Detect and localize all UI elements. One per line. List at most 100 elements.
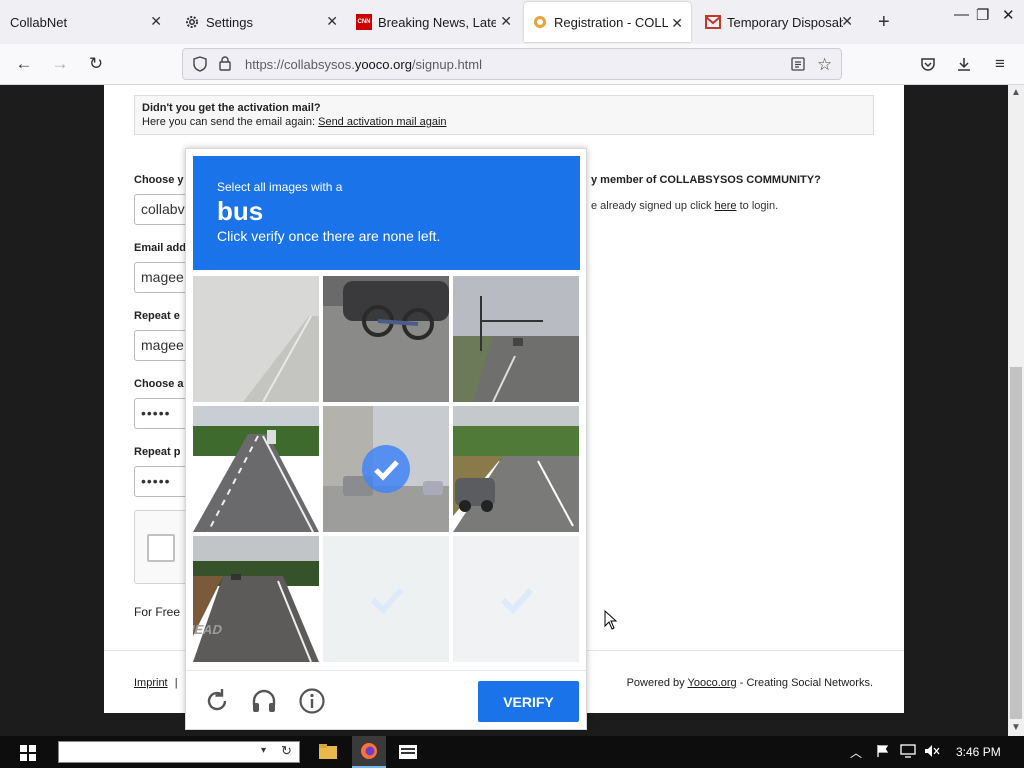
challenge-tile-7[interactable]: AHEAD bbox=[193, 536, 319, 662]
login-hint-pre: e already signed up click bbox=[591, 200, 715, 212]
taskbar-search-box[interactable]: ▾ ↻ bbox=[58, 741, 300, 763]
mail-icon bbox=[705, 14, 721, 30]
bookmark-star-icon[interactable]: ☆ bbox=[817, 55, 832, 75]
for-free-text: For Free bbox=[134, 605, 181, 619]
challenge-tile-8[interactable] bbox=[323, 536, 449, 662]
refresh-icon[interactable]: ↻ bbox=[281, 743, 292, 759]
reload-icon[interactable]: ↻ bbox=[86, 54, 106, 74]
send-activation-mail-link[interactable]: Send activation mail again bbox=[318, 116, 446, 128]
foggy-highway-image bbox=[193, 276, 319, 402]
tab-title: CollabNet bbox=[10, 14, 68, 30]
menu-icon[interactable]: ≡ bbox=[990, 54, 1010, 74]
challenge-tile-3[interactable] bbox=[453, 276, 579, 402]
chevron-down-icon[interactable]: ▾ bbox=[261, 745, 266, 756]
powered-post: - Creating Social Networks. bbox=[736, 677, 873, 689]
windows-taskbar: ▾ ↻ ︿ 3:46 PM bbox=[0, 736, 1024, 768]
pocket-icon[interactable] bbox=[918, 54, 938, 74]
verify-button[interactable]: VERIFY bbox=[478, 681, 579, 722]
yooco-link[interactable]: Yooco.org bbox=[688, 677, 737, 689]
activation-title: Didn't you get the activation mail? bbox=[142, 102, 321, 114]
info-icon[interactable] bbox=[298, 687, 326, 715]
captcha-checkbox[interactable] bbox=[147, 534, 175, 562]
url-text[interactable]: https://collabsysos.yooco.org/signup.htm… bbox=[245, 57, 482, 72]
footer-separator: | bbox=[174, 677, 178, 689]
powered-by: Powered by Yooco.org - Creating Social N… bbox=[627, 677, 873, 689]
close-icon[interactable]: ✕ bbox=[150, 14, 162, 28]
powered-pre: Powered by bbox=[626, 677, 688, 689]
login-here-link[interactable]: here bbox=[715, 200, 737, 212]
file-explorer-icon[interactable] bbox=[318, 743, 338, 764]
window-app-icon[interactable] bbox=[398, 744, 418, 763]
loading-tile-image bbox=[453, 536, 579, 662]
refresh-icon[interactable] bbox=[203, 687, 231, 715]
shield-icon[interactable] bbox=[193, 56, 207, 75]
tab-title: Temporary Disposable bbox=[727, 14, 843, 30]
cnn-logo-icon: CNN bbox=[356, 14, 372, 30]
new-tab-button[interactable]: + bbox=[878, 12, 890, 32]
tab-settings[interactable]: Settings ✕ bbox=[176, 0, 346, 44]
back-arrow-icon[interactable]: ← bbox=[14, 54, 34, 74]
page-favicon-icon bbox=[532, 14, 548, 30]
headphones-icon[interactable] bbox=[250, 687, 278, 715]
footer-links: Imprint | bbox=[134, 677, 178, 689]
minimize-button[interactable]: — bbox=[954, 6, 969, 23]
vertical-scrollbar[interactable]: ▲ ▼ bbox=[1008, 85, 1024, 736]
restore-button[interactable]: ❐ bbox=[976, 6, 989, 24]
forward-arrow-icon[interactable]: → bbox=[50, 54, 70, 74]
car-bike-rack-image bbox=[323, 276, 449, 402]
lock-icon[interactable] bbox=[219, 56, 231, 74]
imprint-link[interactable]: Imprint bbox=[134, 677, 168, 689]
repeat-email-label: Repeat e bbox=[134, 310, 180, 322]
email-label: Email add bbox=[134, 242, 186, 254]
challenge-tile-2[interactable] bbox=[323, 276, 449, 402]
selected-check-icon bbox=[362, 445, 410, 493]
scroll-up-arrow-icon[interactable]: ▲ bbox=[1011, 87, 1021, 98]
challenge-tile-4[interactable] bbox=[193, 406, 319, 532]
flag-icon[interactable] bbox=[876, 744, 890, 761]
volume-muted-icon[interactable] bbox=[924, 744, 940, 761]
member-title: y member of COLLABSYSOS COMMUNITY? bbox=[591, 174, 821, 186]
tab-title: Breaking News, Latest bbox=[378, 14, 496, 30]
challenge-footer: VERIFY bbox=[186, 670, 588, 731]
download-icon[interactable] bbox=[954, 54, 974, 74]
login-hint-post: to login. bbox=[736, 200, 779, 212]
tab-collabnet[interactable]: CollabNet ✕ bbox=[0, 0, 170, 44]
navigation-bar: ← → ↻ https://collabsysos.yooco.org/sign… bbox=[0, 44, 1024, 85]
scroll-thumb[interactable] bbox=[1010, 367, 1022, 719]
road-traffic-lights-image bbox=[453, 276, 579, 402]
url-prefix: https://collabsysos. bbox=[245, 57, 355, 72]
challenge-tile-5[interactable] bbox=[323, 406, 449, 532]
repeat-password-label: Repeat p bbox=[134, 446, 181, 458]
activation-notice: Didn't you get the activation mail? Here… bbox=[134, 95, 874, 135]
tab-title: Registration - COLLAB bbox=[554, 14, 668, 30]
window-close-button[interactable]: ✕ bbox=[1002, 6, 1015, 24]
tab-registration[interactable]: Registration - COLLAB ✕ bbox=[524, 2, 691, 42]
challenge-tile-1[interactable] bbox=[193, 276, 319, 402]
taskbar-clock[interactable]: 3:46 PM bbox=[956, 745, 1001, 759]
challenge-prompt: Select all images with a bbox=[217, 180, 343, 194]
network-icon[interactable] bbox=[900, 744, 916, 761]
scroll-down-arrow-icon[interactable]: ▼ bbox=[1011, 722, 1021, 733]
highway-truck-image bbox=[193, 406, 319, 532]
url-path: /signup.html bbox=[411, 57, 483, 72]
firefox-icon bbox=[361, 743, 377, 759]
close-icon[interactable]: ✕ bbox=[326, 14, 338, 28]
tab-temp-mail[interactable]: Temporary Disposable ✕ bbox=[697, 0, 861, 44]
tab-cnn[interactable]: CNN Breaking News, Latest ✕ bbox=[350, 0, 520, 44]
close-icon[interactable]: ✕ bbox=[500, 14, 512, 28]
firefox-taskbar-button[interactable] bbox=[352, 736, 386, 768]
windows-start-icon[interactable] bbox=[20, 745, 36, 764]
reader-view-icon[interactable] bbox=[791, 57, 805, 74]
gear-icon bbox=[184, 14, 200, 30]
address-bar[interactable]: https://collabsysos.yooco.org/signup.htm… bbox=[182, 48, 842, 80]
mouse-pointer-icon bbox=[604, 609, 618, 633]
close-icon[interactable]: ✕ bbox=[841, 14, 853, 28]
challenge-tile-6[interactable] bbox=[453, 406, 579, 532]
tab-strip: CollabNet ✕ Settings ✕ CNN Breaking News… bbox=[0, 0, 1024, 44]
challenge-target-word: bus bbox=[217, 196, 264, 226]
road-ahead-image: AHEAD bbox=[193, 536, 319, 662]
challenge-tile-9[interactable] bbox=[453, 536, 579, 662]
url-domain: yooco.org bbox=[354, 57, 412, 72]
close-icon[interactable]: ✕ bbox=[671, 16, 683, 30]
tray-chevron-up-icon[interactable]: ︿ bbox=[850, 744, 862, 761]
